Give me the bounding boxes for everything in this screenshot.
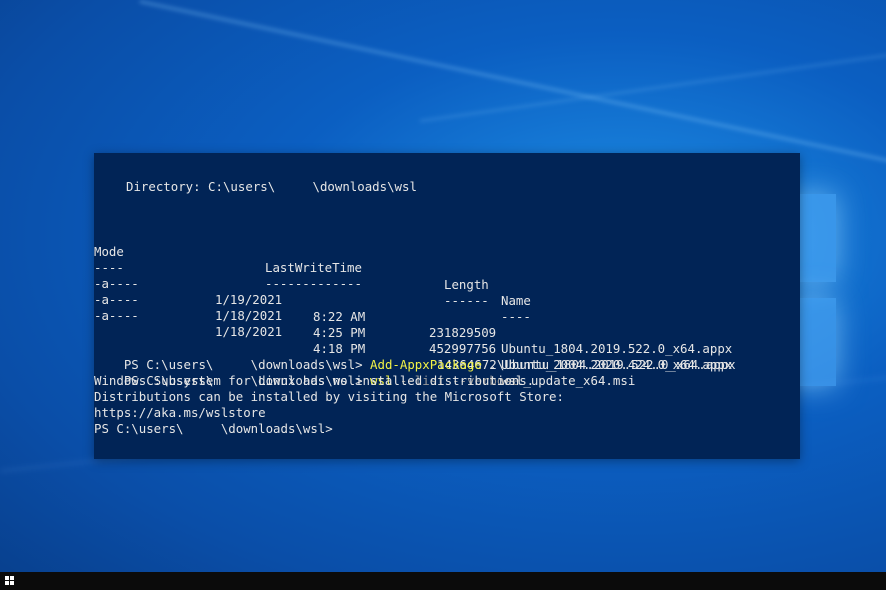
directory-line: Directory: C:\users\ \downloads\wsl	[126, 179, 417, 194]
header-length: Length	[444, 276, 489, 292]
command-line: PS C:\users\ \downloads\wsl> wsl --list …	[94, 357, 519, 388]
taskbar	[0, 572, 886, 590]
final-prompt[interactable]: PS C:\users\ \downloads\wsl>	[94, 421, 333, 437]
output-line: Distributions can be installed by visiti…	[94, 389, 564, 404]
command-argument: .\Ubuntu_1804.2019.522.0_x64.appx	[481, 357, 736, 373]
command-line: PS C:\users\ \downloads\wsl> Add-AppxPac…	[94, 341, 736, 372]
table-row: -a---- 1/18/2021 4:25 PM 452997756 Ubunt…	[94, 292, 733, 373]
header-lastwritetime: LastWriteTime	[265, 260, 362, 276]
table-header-underline: ---- ------------- ------ ----	[94, 260, 531, 324]
powershell-terminal[interactable]: Directory: C:\users\ \downloads\wsl Mode…	[94, 153, 800, 459]
wallpaper-light-beam	[420, 36, 886, 122]
table-header: Mode LastWriteTime Length Name	[94, 228, 531, 308]
windows-start-icon[interactable]	[5, 576, 15, 586]
output-line: Windows Subsystem for Linux has no insta…	[94, 373, 535, 388]
table-row: -a---- 1/19/2021 8:22 AM 231829509 Ubunt…	[94, 276, 733, 357]
header-name: Name	[501, 292, 531, 308]
output-line: https://aka.ms/wslstore	[94, 405, 266, 420]
table-row: -a---- 1/18/2021 4:18 PM 14364672 wsl_up…	[94, 308, 636, 389]
wallpaper-windows-logo	[790, 190, 886, 400]
